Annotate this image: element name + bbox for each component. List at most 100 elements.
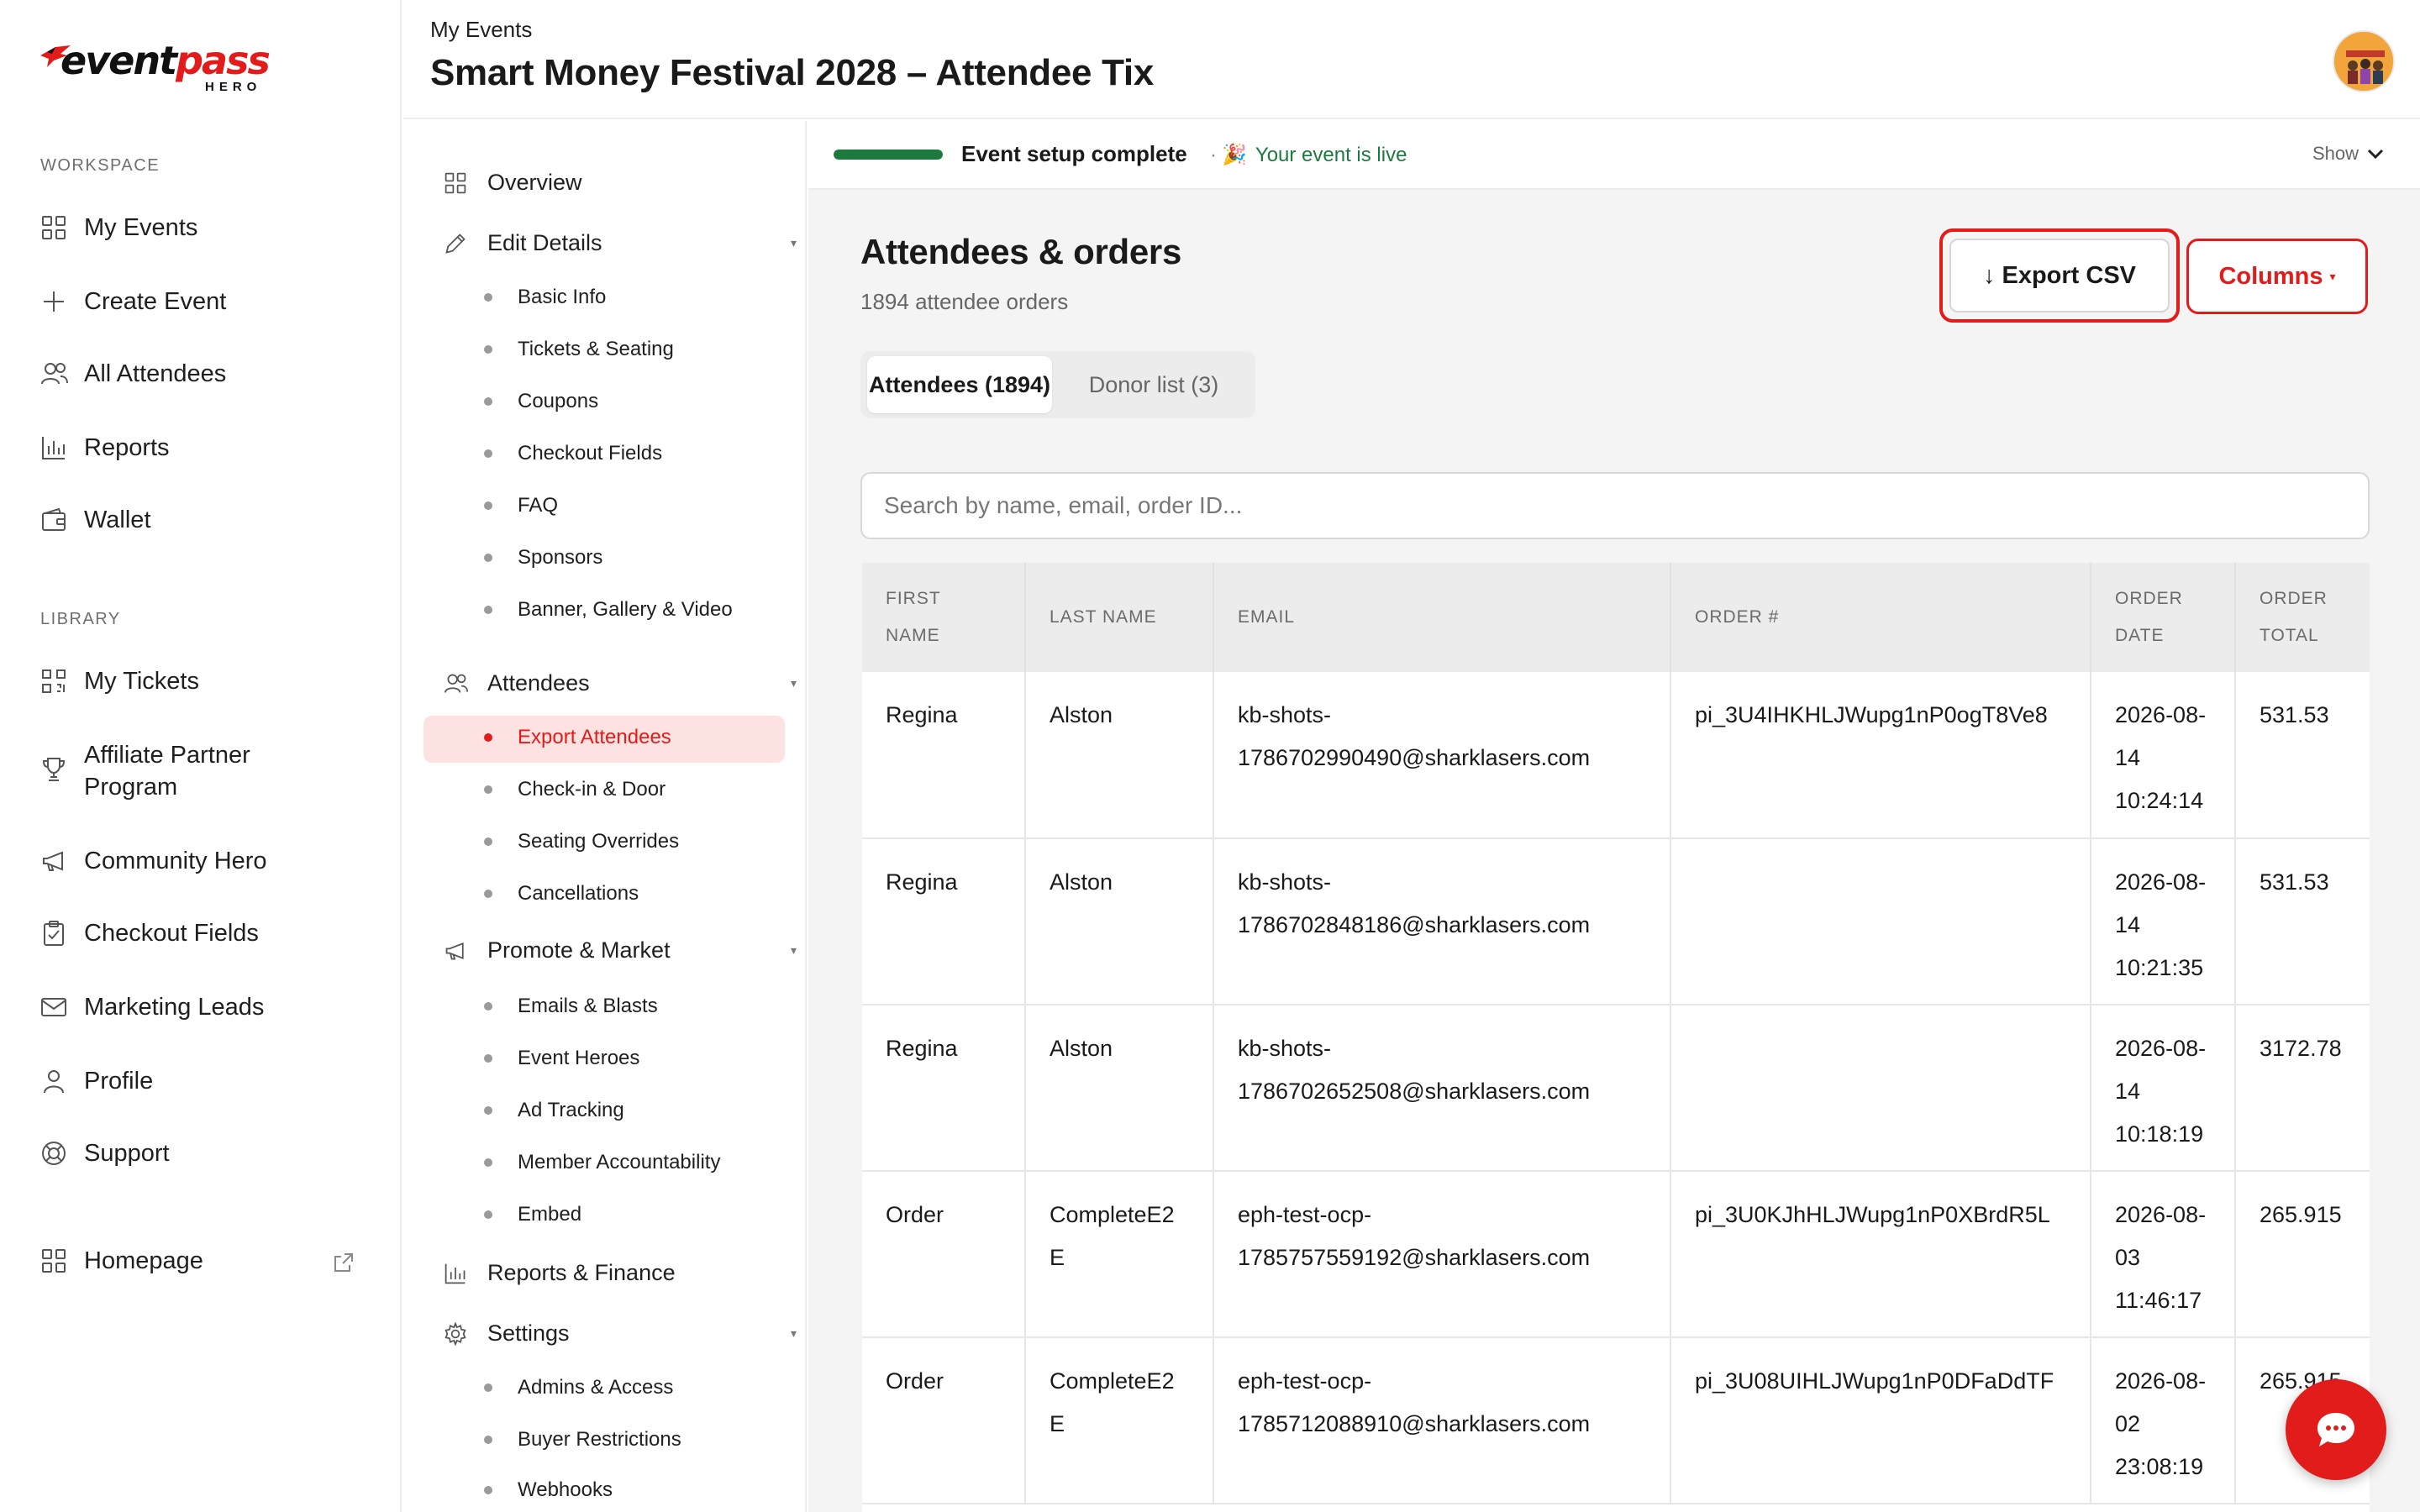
table-row[interactable]: Regina Alston kb-shots-1786702652508@sha… (862, 1005, 2370, 1172)
cell-first-name: Regina (862, 672, 1026, 839)
table-row[interactable]: Regina Alston kb-shots-1786702990490@sha… (862, 672, 2370, 839)
event-nav-edit-details[interactable]: Edit Details ▾ (444, 230, 797, 256)
caret-down-icon[interactable]: ▾ (791, 943, 797, 958)
bullet-dot (484, 1383, 492, 1392)
sidebar-item-community-hero[interactable]: Community Hero (40, 845, 376, 877)
show-toggle-button[interactable]: Show (2312, 143, 2384, 165)
sidebar-item-profile[interactable]: Profile (40, 1065, 376, 1097)
column-header-order-date[interactable]: ORDER DATE (2091, 563, 2236, 672)
caret-down-icon: ▾ (2329, 269, 2336, 283)
sidebar-item-affiliate-partner-program[interactable]: Affiliate Partner Program (40, 739, 376, 803)
cell-order-date: 2026-08-14 10:18:19 (2091, 1005, 2236, 1172)
event-nav-settings[interactable]: Settings ▾ (444, 1320, 797, 1347)
sidebar-item-checkout-fields[interactable]: Checkout Fields (40, 917, 376, 949)
setup-progress-bar (834, 150, 943, 160)
event-nav-sub-item[interactable]: Sponsors (484, 546, 770, 570)
avatar-image (2334, 32, 2393, 91)
column-header-last-name[interactable]: LAST NAME (1025, 563, 1214, 672)
table-row[interactable]: Regina Alston kb-shots-1786702848186@sha… (862, 838, 2370, 1005)
event-nav-sub-label: Tickets & Seating (518, 338, 674, 360)
column-header-order-total[interactable]: ORDER TOTAL (2235, 563, 2370, 672)
sidebar-item-homepage[interactable]: Homepage (40, 1245, 376, 1277)
column-header-email[interactable]: EMAIL (1213, 563, 1671, 672)
event-nav-sub-item[interactable]: Event Heroes (484, 1047, 770, 1070)
event-nav-label: Attendees (487, 670, 590, 696)
sidebar-item-wallet[interactable]: Wallet (40, 504, 376, 536)
breadcrumb[interactable]: My Events (430, 17, 532, 43)
cell-last-name: CompleteE2E (1025, 1171, 1214, 1338)
event-nav-sub-label: Event Heroes (518, 1047, 640, 1069)
event-nav-sub-item[interactable]: Basic Info (484, 286, 770, 309)
event-nav-sub-item-export-attendees[interactable]: Export Attendees (484, 726, 770, 749)
caret-down-icon[interactable]: ▾ (791, 676, 797, 690)
event-nav-sub-item[interactable]: Member Accountability (484, 1151, 770, 1174)
megaphone-icon (40, 848, 84, 874)
bullet-dot (484, 501, 492, 510)
sidebar-item-label: All Attendees (84, 360, 227, 387)
column-header-first-name[interactable]: FIRST NAME (862, 563, 1026, 672)
column-header-order-number[interactable]: ORDER # (1670, 563, 2091, 672)
cell-order-date: 2026-08-14 10:21:35 (2091, 838, 2236, 1005)
avatar[interactable] (2333, 30, 2395, 92)
cell-order-total: 531.53 (2235, 838, 2370, 1005)
event-nav-sub-item[interactable]: Tickets & Seating (484, 338, 770, 361)
cell-order-total: 531.53 (2235, 672, 2370, 839)
event-nav-overview[interactable]: Overview (444, 170, 797, 196)
caret-down-icon[interactable]: ▾ (791, 236, 797, 250)
cell-order-date: 2026-08-02 23:08:19 (2091, 1337, 2236, 1504)
event-nav-sub-item[interactable]: Ad Tracking (484, 1099, 770, 1122)
page-title: Smart Money Festival 2028 – Attendee Tix (430, 52, 1155, 93)
caret-down-icon[interactable]: ▾ (791, 1326, 797, 1341)
logo-word-pass: pass (176, 38, 271, 83)
event-nav-sub-label: Webhooks (518, 1478, 613, 1501)
tab-donor-list[interactable]: Donor list (3) (1057, 356, 1250, 413)
event-nav-sub-label: Cancellations (518, 882, 639, 905)
sidebar-item-my-events[interactable]: My Events (40, 212, 376, 244)
export-csv-button[interactable]: ↓ Export CSV (1949, 239, 2170, 312)
event-nav-promote-market[interactable]: Promote & Market ▾ (444, 937, 797, 963)
cell-last-name: Alston (1025, 672, 1214, 839)
grid-icon (40, 1247, 84, 1274)
event-nav-sub-item[interactable]: Emails & Blasts (484, 995, 770, 1018)
table-row[interactable]: Order CompleteE2E eph-test-ocp-178571208… (862, 1337, 2370, 1504)
event-nav-sub-item[interactable]: Cancellations (484, 882, 770, 906)
columns-button[interactable]: Columns ▾ (2186, 239, 2368, 314)
sidebar-item-all-attendees[interactable]: All Attendees (40, 358, 376, 390)
event-nav-sub-item[interactable]: Coupons (484, 390, 770, 413)
event-nav-attendees[interactable]: Attendees ▾ (444, 670, 797, 696)
eventpass-logo[interactable]: eventpass HERO (39, 37, 271, 96)
sidebar-item-create-event[interactable]: Create Event (40, 286, 376, 318)
sidebar-item-label: My Tickets (84, 668, 199, 695)
event-nav-sub-item[interactable]: FAQ (484, 494, 770, 517)
external-link-icon[interactable] (333, 1252, 355, 1273)
sidebar-item-support[interactable]: Support (40, 1137, 376, 1169)
cell-email: eph-test-ocp-1785757559192@sharklasers.c… (1213, 1171, 1671, 1338)
event-nav-sub-item[interactable]: Webhooks (484, 1478, 770, 1502)
event-nav-sub-item[interactable]: Seating Overrides (484, 830, 770, 853)
library-label: LIBRARY (40, 610, 121, 628)
cell-last-name: CompleteE2E (1025, 1337, 1214, 1504)
sidebar: eventpass HERO WORKSPACE My Events Creat… (0, 0, 402, 1512)
sidebar-item-reports[interactable]: Reports (40, 432, 376, 464)
sidebar-item-label: Community Hero (84, 848, 267, 874)
event-nav-sub-item[interactable]: Checkout Fields (484, 442, 770, 465)
event-nav-sub-item[interactable]: Banner, Gallery & Video (484, 598, 770, 622)
user-icon (40, 1068, 84, 1095)
event-nav-sub-label: Emails & Blasts (518, 995, 658, 1017)
bullet-dot (484, 1158, 492, 1167)
event-nav-sub-item[interactable]: Embed (484, 1203, 770, 1226)
event-nav-sub-item[interactable]: Buyer Restrictions (484, 1428, 770, 1452)
sidebar-item-marketing-leads[interactable]: Marketing Leads (40, 991, 376, 1023)
event-nav-reports-finance[interactable]: Reports & Finance (444, 1260, 797, 1286)
event-nav-sub-item[interactable]: Admins & Access (484, 1376, 770, 1399)
sidebar-item-label: Homepage (84, 1247, 203, 1274)
chat-support-button[interactable] (2286, 1379, 2386, 1480)
event-nav-label: Overview (487, 170, 582, 195)
search-input[interactable] (860, 472, 2370, 539)
cell-first-name: Order (862, 1337, 1026, 1504)
tab-attendees[interactable]: Attendees (1894) (867, 356, 1052, 413)
sidebar-item-my-tickets[interactable]: My Tickets (40, 665, 376, 697)
clipboard-icon (40, 920, 84, 947)
table-row[interactable]: Order CompleteE2E eph-test-ocp-178575755… (862, 1171, 2370, 1338)
event-nav-sub-item[interactable]: Check-in & Door (484, 778, 770, 801)
